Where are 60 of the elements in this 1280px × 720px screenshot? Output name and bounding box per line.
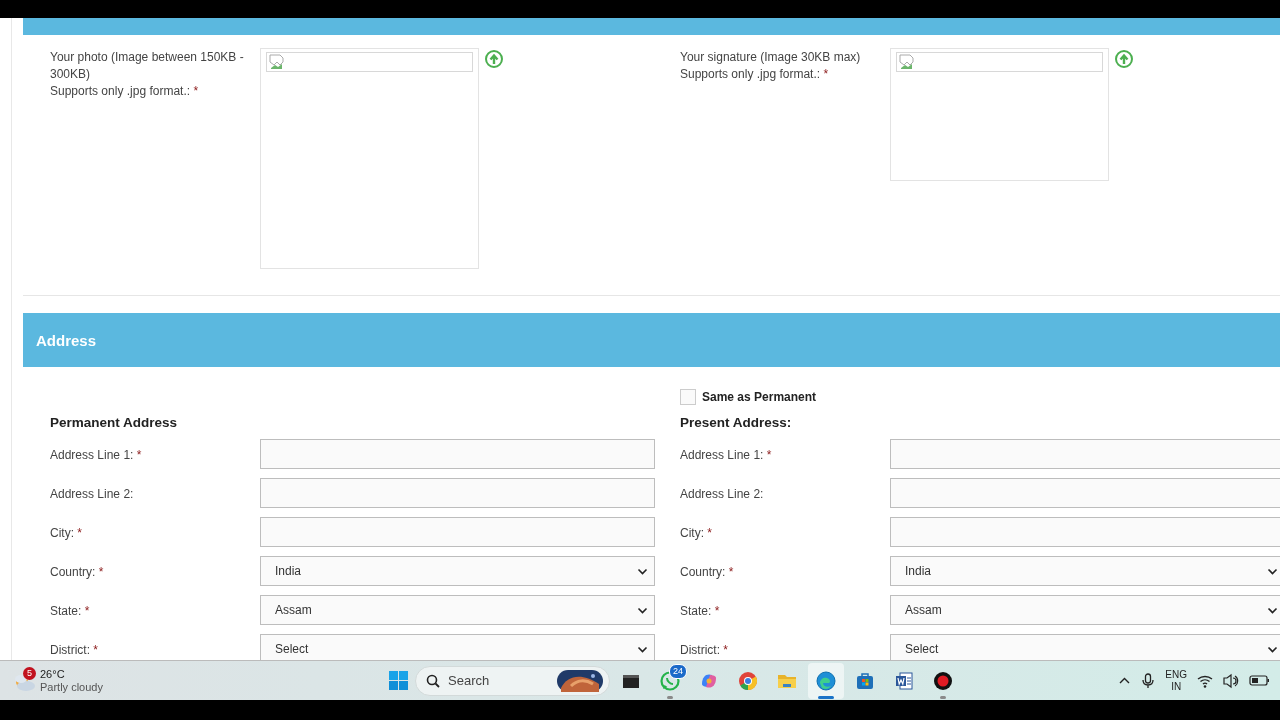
dropdown[interactable]: Assam: [260, 595, 655, 625]
record-icon: [932, 669, 954, 692]
document-icon: [893, 669, 915, 692]
broken-image-icon: [899, 54, 915, 70]
dropdown[interactable]: Assam: [890, 595, 1280, 625]
column-heading: Permanent Address: [50, 415, 179, 431]
field-label: Address Line 1: *: [50, 447, 142, 462]
microphone-icon[interactable]: [1141, 672, 1156, 689]
browser-icon: [815, 669, 837, 692]
start-icon[interactable]: [388, 670, 409, 691]
checkbox[interactable]: [680, 389, 696, 405]
temperature: 26°C: [40, 667, 66, 681]
upload-icon[interactable]: [1114, 49, 1134, 69]
chevron-down-icon: [637, 566, 648, 576]
upload-icon[interactable]: [484, 49, 504, 69]
search-icon: [426, 673, 440, 688]
chevron-up-icon[interactable]: [1118, 675, 1132, 686]
field-label: District: *: [50, 642, 98, 657]
taskbar-app-button[interactable]: 24: [652, 662, 688, 699]
field-label: City: *: [50, 525, 82, 540]
field-label: District: *: [680, 642, 728, 657]
notification-badge: 24: [669, 663, 687, 679]
checkbox-label: Same as Permanent: [702, 390, 817, 404]
field-label: Your photo (Image between 150KB - 300KB) Supports only .jpg format.: *: [50, 49, 245, 100]
field-label: City: *: [680, 525, 712, 540]
chat-icon: [659, 669, 681, 692]
dropdown[interactable]: Select: [890, 634, 1280, 660]
field-label: Address Line 1: *: [680, 447, 772, 462]
chevron-down-icon: [637, 644, 648, 654]
battery-icon[interactable]: [1249, 674, 1270, 687]
weather-condition: Partly cloudy: [40, 680, 103, 694]
field-label: State: *: [50, 603, 90, 618]
volume-icon[interactable]: [1223, 672, 1239, 689]
field-label: Country: *: [680, 564, 734, 579]
input-field[interactable]: [890, 517, 1280, 547]
language-indicator[interactable]: ENG IN: [1165, 668, 1187, 693]
dropdown[interactable]: India: [890, 556, 1280, 586]
field-label: Address Line 2:: [680, 486, 764, 501]
browser-icon: [737, 669, 759, 692]
wifi-icon[interactable]: [1197, 673, 1213, 688]
dropdown[interactable]: Select: [260, 634, 655, 660]
column-heading: Present Address:: [680, 415, 793, 431]
search-field[interactable]: Search: [415, 665, 610, 696]
chevron-down-icon: [1267, 605, 1278, 615]
dropdown[interactable]: India: [260, 556, 655, 586]
field-label: Your signature (Image 30KB max) Supports only .jpg format.: *: [680, 49, 862, 83]
input-field[interactable]: [260, 517, 655, 547]
section-title: Address: [36, 331, 97, 349]
input-field[interactable]: [260, 439, 655, 469]
field-label: Address Line 2:: [50, 486, 134, 501]
chevron-down-icon: [1267, 644, 1278, 654]
input-field[interactable]: [890, 478, 1280, 508]
input-field[interactable]: [260, 478, 655, 508]
field-label: Country: *: [50, 564, 104, 579]
chevron-down-icon: [637, 605, 648, 615]
chevron-down-icon: [1267, 566, 1278, 576]
broken-image-icon: [269, 54, 285, 70]
input-field[interactable]: [890, 439, 1280, 469]
field-label: State: *: [680, 603, 720, 618]
notification-badge: 5: [23, 666, 36, 680]
